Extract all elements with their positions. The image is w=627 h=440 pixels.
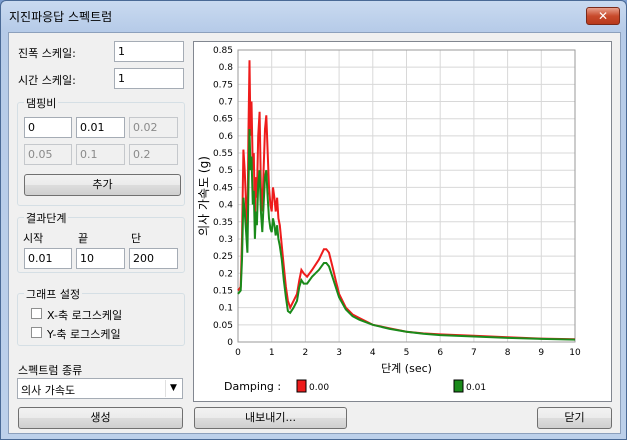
- damping-input-6: [129, 144, 178, 165]
- x-tick-label: 6: [437, 348, 443, 358]
- window-title: 지진파응답 스펙트럼: [9, 10, 113, 24]
- y-tick-label: 0.15: [213, 286, 233, 296]
- start-input[interactable]: [24, 248, 72, 269]
- y-tick-label: 0.3: [219, 235, 233, 245]
- x-axis-label: 단계 (sec): [381, 362, 432, 375]
- damping-input-3: [129, 117, 178, 138]
- y-tick-label: 0.8: [219, 63, 234, 73]
- y-tick-label: 0.45: [213, 183, 233, 193]
- legend-title: Damping :: [224, 380, 281, 393]
- export-button[interactable]: 내보내기...: [194, 407, 347, 429]
- spectrum-type-label: 스펙트럼 종류: [18, 364, 83, 377]
- y-tick-label: 0.6: [219, 132, 234, 142]
- spectrum-type-value: 의사 가속도: [21, 384, 76, 397]
- chart-panel: 0 1 2 3 4 5 6 7 8 9 10 0 0.05 0.1 0.15 0.2 0.25 0.3 0.35 0.…: [193, 41, 612, 402]
- x-tick-label: 4: [370, 348, 376, 358]
- damping-input-1[interactable]: [24, 117, 72, 138]
- y-tick-label: 0.35: [213, 218, 233, 228]
- y-log-label: Y-축 로그스케일: [47, 328, 121, 341]
- amplitude-scale-label: 진폭 스케일:: [18, 47, 76, 60]
- title-bar[interactable]: 지진파응답 스펙트럼 ✕: [1, 1, 626, 31]
- graph-settings-group-label: 그래프 설정: [24, 286, 83, 302]
- y-tick-label: 0.25: [213, 252, 233, 262]
- generate-button[interactable]: 생성: [18, 407, 183, 429]
- legend-swatch-0.00: [296, 379, 307, 393]
- x-tick-label: 1: [269, 348, 275, 358]
- x-tick-label: 8: [505, 348, 511, 358]
- y-tick-label: 0: [227, 338, 233, 348]
- damping-input-2[interactable]: [76, 117, 125, 138]
- step-input[interactable]: [129, 248, 178, 269]
- damping-group-label: 댐핑비: [24, 95, 59, 111]
- spectrum-chart: 0 1 2 3 4 5 6 7 8 9 10 0 0.05 0.1 0.15 0.2 0.25 0.3 0.35 0.…: [197, 46, 581, 393]
- amplitude-scale-input[interactable]: [114, 41, 184, 62]
- y-tick-label: 0.1: [219, 304, 233, 314]
- x-tick-label: 9: [538, 348, 544, 358]
- legend-label-0.01: 0.01: [466, 383, 486, 393]
- time-scale-label: 시간 스케일:: [18, 74, 76, 87]
- y-tick-label: 0.2: [219, 269, 233, 279]
- close-button[interactable]: 닫기: [537, 407, 612, 429]
- y-tick-label: 0.75: [213, 80, 233, 90]
- result-step-group-label: 결과단계: [24, 210, 69, 226]
- y-tick-label: 0.7: [219, 98, 233, 108]
- close-window-button[interactable]: ✕: [586, 7, 620, 25]
- y-tick-label: 0.5: [219, 166, 233, 176]
- x-tick-label: 0: [235, 348, 241, 358]
- x-tick-label: 2: [303, 348, 309, 358]
- y-tick-label: 0.05: [213, 321, 233, 331]
- end-label: 끝: [78, 232, 89, 245]
- time-scale-input[interactable]: [114, 68, 184, 89]
- y-tick-label: 0.55: [213, 149, 233, 159]
- x-log-checkbox[interactable]: [31, 308, 42, 319]
- spectrum-type-select[interactable]: 의사 가속도 ▼: [17, 378, 183, 399]
- chevron-down-icon[interactable]: ▼: [165, 380, 181, 397]
- y-log-checkbox[interactable]: [31, 327, 42, 338]
- start-label: 시작: [23, 232, 44, 245]
- legend-label-0.00: 0.00: [309, 383, 329, 393]
- y-tick-label: 0.4: [219, 201, 234, 211]
- y-tick-label: 0.65: [213, 115, 233, 125]
- add-damping-button[interactable]: 추가: [24, 174, 181, 196]
- dialog-body: 진폭 스케일: 시간 스케일: 댐핑비 추가 결과단계 시작 끝 단 그래프 설…: [8, 32, 621, 434]
- x-tick-label: 7: [471, 348, 477, 358]
- step-label: 단: [131, 232, 142, 245]
- x-tick-label: 5: [404, 348, 410, 358]
- damping-input-5: [76, 144, 125, 165]
- x-tick-label: 3: [336, 348, 342, 358]
- damping-input-4: [24, 144, 72, 165]
- y-tick-label: 0.85: [213, 46, 233, 56]
- end-input[interactable]: [76, 248, 125, 269]
- spectrum-window: 지진파응답 스펙트럼 ✕ 진폭 스케일: 시간 스케일: 댐핑비 추가 결과단계…: [0, 0, 627, 440]
- x-tick-label: 10: [569, 348, 581, 358]
- legend-swatch-0.01: [453, 379, 464, 393]
- y-axis-label: 의사 가속도 (g): [197, 156, 211, 236]
- x-log-label: X-축 로그스케일: [47, 309, 123, 322]
